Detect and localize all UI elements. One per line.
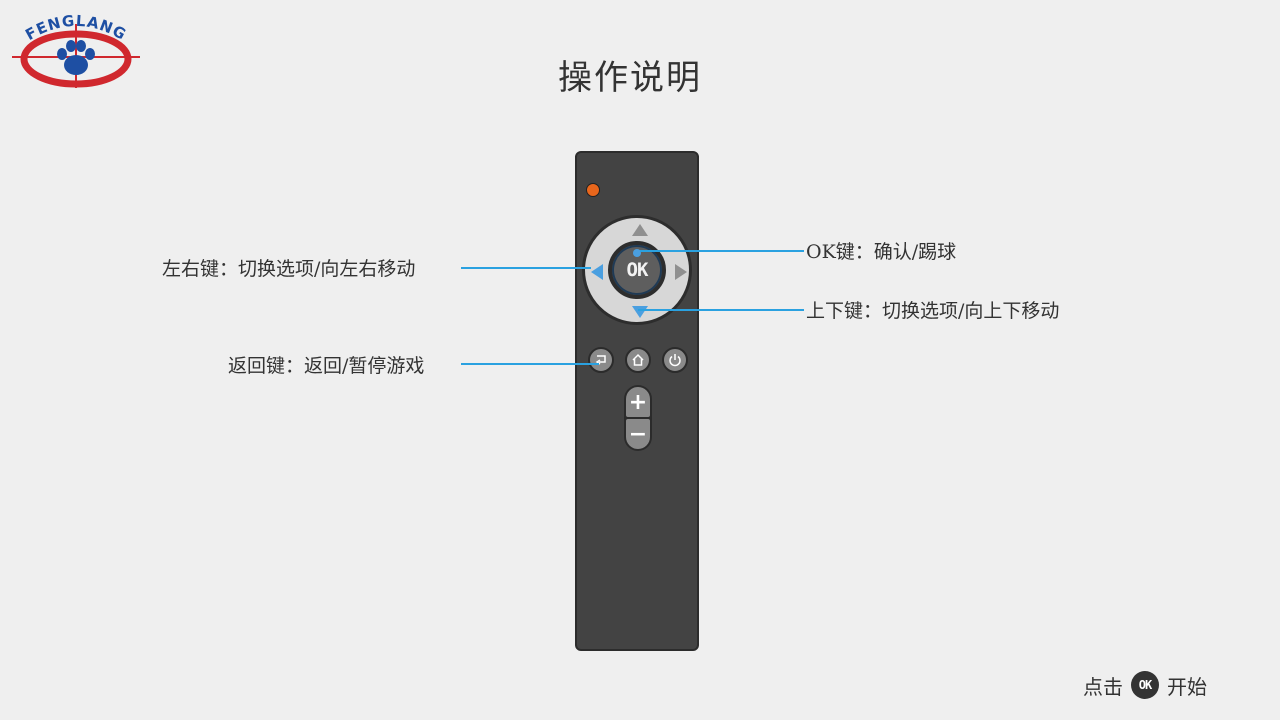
dpad-right-button[interactable]: [675, 264, 687, 280]
dpad-left-button[interactable]: [591, 264, 603, 280]
callout-up-down: 上下键：切换选项/向上下移动: [806, 300, 1060, 322]
power-button[interactable]: [662, 347, 688, 373]
callout-line-back: [461, 363, 599, 365]
callout-back: 返回键：返回/暂停游戏: [228, 355, 425, 377]
home-icon: [632, 353, 644, 366]
ok-label: OK: [626, 259, 649, 281]
start-hint: 点击 OK 开始: [1083, 671, 1207, 699]
volume-up-button[interactable]: +: [626, 387, 650, 417]
led-indicator: [586, 183, 600, 197]
page-title: 操作说明: [558, 58, 702, 98]
callout-left-right: 左右键：切换选项/向左右移动: [162, 258, 416, 280]
dpad-up-button[interactable]: [632, 224, 648, 236]
callout-line-ok: [640, 250, 804, 252]
start-hint-suffix: 开始: [1167, 674, 1207, 699]
home-button[interactable]: [625, 347, 651, 373]
volume-rocker: + −: [624, 385, 652, 451]
callout-line-left-right: [461, 267, 591, 269]
volume-down-button[interactable]: −: [626, 419, 650, 449]
back-icon: [595, 355, 606, 365]
back-button[interactable]: [588, 347, 614, 373]
remote-control: OK + −: [575, 151, 699, 651]
power-icon: [669, 354, 681, 367]
ok-badge-icon: OK: [1131, 671, 1159, 699]
dpad-down-button[interactable]: [632, 306, 648, 318]
callout-ok: OK键：确认/踢球: [806, 241, 957, 263]
ok-badge-label: OK: [1138, 678, 1152, 692]
callout-line-up-down: [638, 309, 804, 311]
start-hint-prefix: 点击: [1083, 674, 1123, 699]
